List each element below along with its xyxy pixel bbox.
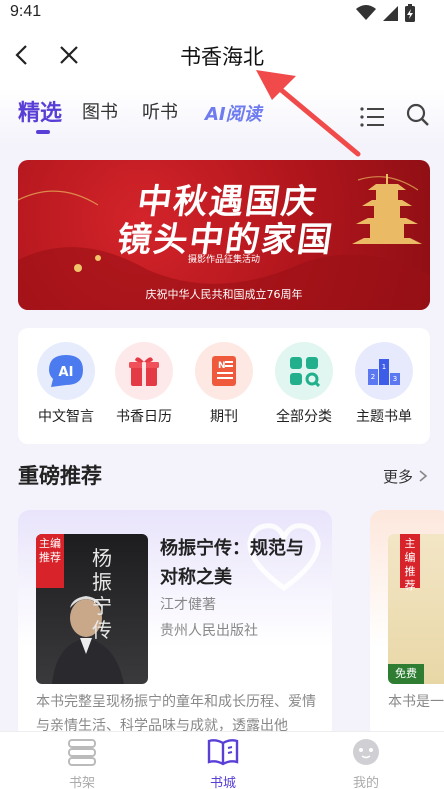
profile-face-icon — [353, 739, 379, 765]
svg-text:3: 3 — [393, 375, 397, 383]
banner-subtitle: 摄影作品征集活动 — [188, 255, 261, 265]
cover-title: 杨振宁传 — [92, 546, 112, 642]
bottom-nav-label: 书架 — [68, 776, 95, 789]
book-title: 杨振宁传：规范与对称之美 — [160, 538, 304, 588]
quick-entry-ai-assistant[interactable]: AI 中文智言 — [26, 342, 106, 426]
battery-icon — [405, 4, 415, 22]
gift-calendar-icon — [115, 342, 173, 400]
nav-bar: 书香海北 — [0, 26, 444, 88]
quick-entry-booklists[interactable]: 2 1 3 主题书单 — [344, 342, 424, 426]
bottom-nav-label: 我的 — [352, 776, 379, 789]
quick-entry-label: 全部分类 — [276, 409, 332, 425]
quick-entry-panel: AI 中文智言 书香日历 N 期刊 全部分类 2 1 3 主题书单 — [18, 328, 430, 444]
svg-text:1: 1 — [382, 363, 386, 371]
editor-pick-badge: 主编推荐 — [36, 534, 64, 588]
editor-pick-badge: 主编推荐 — [400, 534, 420, 592]
page-title: 书香海北 — [180, 45, 264, 69]
search-icon[interactable] — [405, 102, 431, 128]
bottom-nav-label: 书城 — [209, 776, 236, 789]
tab-books[interactable]: 图书 — [82, 98, 118, 124]
ai-icon: AI — [37, 342, 95, 400]
tab-bar: 精选 图书 听书 AI阅读 — [0, 88, 444, 144]
bottom-nav-profile[interactable]: 我的 — [326, 738, 406, 789]
signal-icon — [383, 6, 398, 21]
tab-ai-reading[interactable]: AI阅读 — [205, 100, 262, 126]
quick-entry-label: 中文智言 — [38, 409, 94, 425]
free-tag: 免费 — [388, 664, 424, 684]
status-time: 9:41 — [10, 3, 42, 20]
book-author: 江才健著 — [160, 597, 216, 613]
book-card[interactable]: 主编推荐 免费 本书是一的专著。 — [370, 510, 444, 740]
svg-text:AI: AI — [59, 365, 74, 380]
quick-entry-journals[interactable]: N 期刊 — [184, 342, 264, 426]
book-card[interactable]: 主编推荐 杨振宁传 杨振宁传：规范与对称之美 江才健著 贵州人民出版社 本书完整… — [18, 510, 332, 740]
quick-entry-calendar[interactable]: 书香日历 — [104, 342, 184, 426]
wifi-icon — [356, 5, 376, 20]
bottom-nav-bookshelf[interactable]: 书架 — [42, 738, 122, 789]
banner-footer: 庆祝中华人民共和国成立76周年 — [145, 288, 303, 301]
quick-entry-label: 主题书单 — [356, 409, 412, 425]
chevron-right-icon — [419, 470, 428, 482]
book-cover[interactable]: 主编推荐 免费 — [388, 534, 444, 684]
promo-banner[interactable]: 中秋遇国庆 镜头中的家国 摄影作品征集活动 庆祝中华人民共和国成立76周年 — [18, 160, 430, 310]
tab-active-indicator — [36, 130, 50, 134]
list-menu-icon[interactable] — [359, 106, 385, 128]
status-icons — [356, 4, 416, 22]
bottom-nav-bookstore[interactable]: 书城 — [183, 738, 263, 789]
section-title: 重磅推荐 — [18, 464, 102, 488]
svg-text:2: 2 — [371, 373, 375, 381]
bottom-nav: 书架 书城 我的 — [0, 731, 444, 789]
open-book-icon — [207, 739, 239, 766]
quick-entry-label: 期刊 — [210, 409, 238, 425]
more-label: 更多 — [383, 468, 414, 486]
category-grid-icon — [275, 342, 333, 400]
svg-text:N: N — [218, 361, 226, 371]
tab-audiobooks[interactable]: 听书 — [142, 98, 178, 124]
book-cover[interactable]: 主编推荐 杨振宁传 — [36, 534, 148, 684]
section-more-link[interactable]: 更多 — [383, 466, 428, 487]
ranking-podium-icon: 2 1 3 — [355, 342, 413, 400]
book-publisher: 贵州人民出版社 — [160, 623, 258, 639]
quick-entry-label: 书香日历 — [116, 409, 172, 425]
quick-entry-categories[interactable]: 全部分类 — [264, 342, 344, 426]
tab-featured[interactable]: 精选 — [18, 95, 62, 127]
status-bar: 9:41 — [0, 0, 444, 26]
bookshelf-icon — [68, 739, 96, 766]
journal-icon: N — [195, 342, 253, 400]
